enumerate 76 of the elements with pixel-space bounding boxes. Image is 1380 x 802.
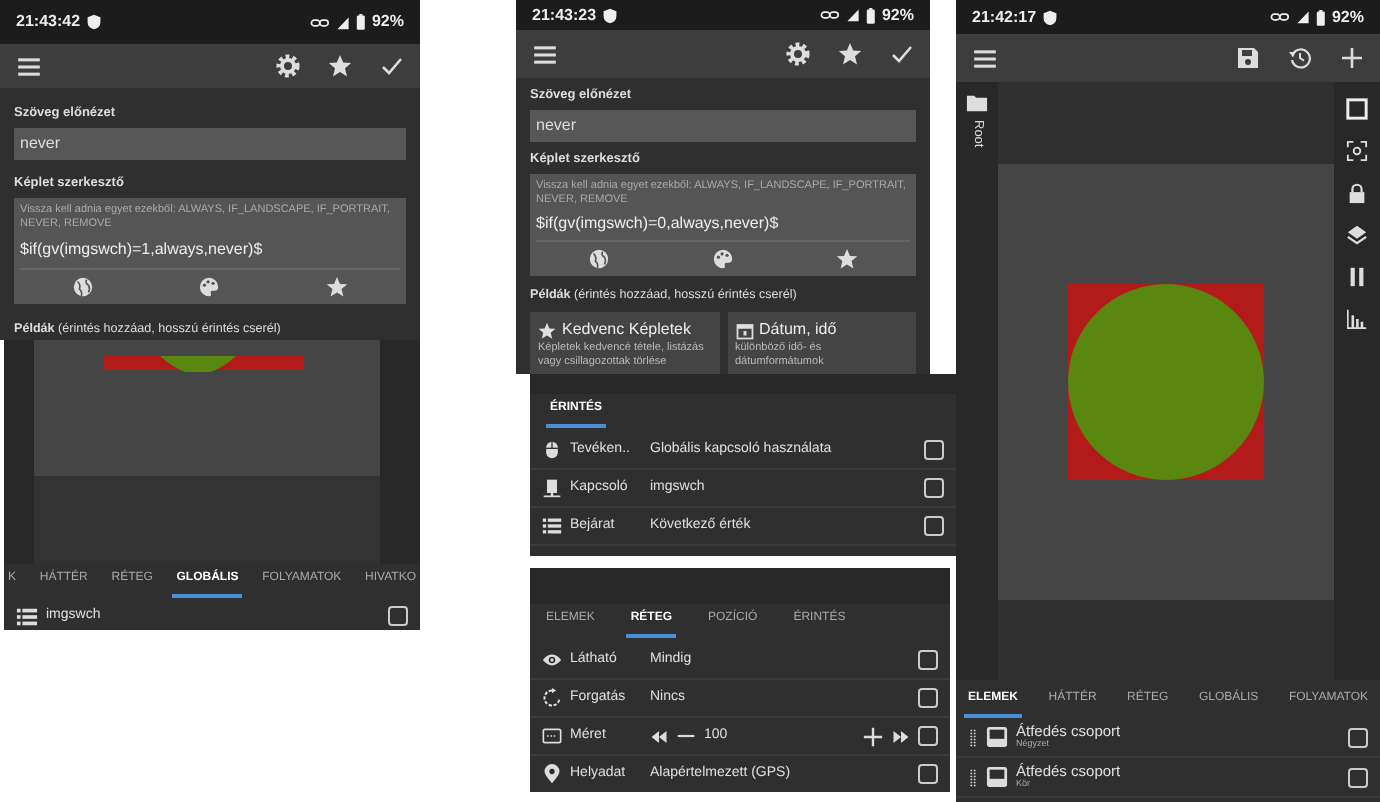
checkbox[interactable] — [924, 478, 944, 498]
shield-icon — [86, 14, 103, 30]
status-time: 21:42:17 — [972, 5, 1037, 29]
location-pin-icon — [542, 764, 562, 784]
layer-group-icon — [986, 726, 1008, 748]
menu-icon[interactable] — [16, 53, 42, 79]
status-time: 21:43:42 — [16, 10, 81, 34]
formula-text: $if(gv(imgswch)=0,always,never)$ — [536, 211, 781, 236]
settings-icon[interactable] — [276, 54, 300, 78]
check-icon[interactable] — [380, 54, 404, 78]
history-icon[interactable] — [1288, 46, 1312, 70]
list-icon — [16, 605, 38, 627]
signal-icon — [336, 15, 351, 29]
bar-chart-icon[interactable] — [1346, 308, 1368, 330]
add-icon[interactable] — [1340, 46, 1364, 70]
star-icon — [538, 321, 556, 340]
checkbox[interactable] — [924, 440, 944, 460]
plus-icon[interactable] — [862, 725, 884, 747]
mouse-icon — [542, 440, 562, 460]
folder-icon[interactable] — [966, 92, 988, 114]
menu-icon[interactable] — [972, 45, 998, 71]
checkbox[interactable] — [918, 688, 938, 708]
save-icon[interactable] — [1236, 46, 1260, 70]
pause-icon[interactable] — [1346, 266, 1368, 288]
menu-icon[interactable] — [532, 41, 558, 67]
layers-icon[interactable] — [1346, 224, 1368, 246]
preview-field[interactable]: never — [530, 109, 916, 142]
formula-text: $if(gv(imgswch)=1,always,never)$ — [20, 237, 265, 262]
link-icon — [1270, 10, 1291, 24]
star-icon[interactable] — [836, 247, 859, 270]
drag-handle-icon[interactable] — [968, 727, 978, 747]
layer-group-icon — [986, 766, 1008, 788]
focus-icon[interactable] — [1346, 140, 1368, 162]
checkbox[interactable] — [388, 606, 408, 626]
rewind-icon[interactable] — [650, 727, 668, 745]
globe-icon[interactable] — [587, 247, 610, 270]
resize-icon — [542, 726, 562, 746]
battery-icon — [356, 14, 366, 30]
calendar-icon — [735, 321, 753, 340]
checkbox[interactable] — [1348, 727, 1368, 747]
shield-icon — [602, 7, 619, 23]
drag-handle-icon[interactable] — [968, 767, 978, 787]
rotate-icon — [542, 688, 562, 708]
link-icon — [310, 15, 331, 29]
star-icon[interactable] — [838, 42, 862, 66]
checkbox[interactable] — [918, 650, 938, 670]
checkbox[interactable] — [918, 726, 938, 746]
checkbox[interactable] — [918, 764, 938, 784]
settings-icon[interactable] — [786, 42, 810, 66]
star-icon[interactable] — [325, 275, 348, 298]
signal-icon — [846, 8, 861, 22]
palette-icon[interactable] — [198, 275, 221, 298]
list-icon — [542, 516, 562, 536]
battery-percentage: 92% — [371, 10, 404, 34]
card-title: Dátum, idő — [759, 318, 837, 342]
switch-icon — [542, 478, 562, 498]
card-title: Kedvenc Képletek — [562, 318, 691, 342]
battery-percentage: 92% — [1331, 5, 1364, 29]
checkbox[interactable] — [924, 516, 944, 536]
battery-icon — [1316, 9, 1326, 25]
globe-icon[interactable] — [72, 275, 95, 298]
square-icon[interactable] — [1346, 98, 1368, 120]
shield-icon — [1042, 9, 1059, 25]
lock-icon[interactable] — [1346, 182, 1368, 204]
preview-field[interactable]: never — [14, 127, 406, 160]
checkbox[interactable] — [1348, 767, 1368, 787]
check-icon[interactable] — [890, 42, 914, 66]
battery-percentage: 92% — [881, 3, 914, 27]
palette-icon[interactable] — [711, 247, 734, 270]
link-icon — [820, 8, 841, 22]
battery-icon — [866, 7, 876, 23]
status-time: 21:43:23 — [532, 3, 597, 27]
eye-icon — [542, 650, 562, 670]
star-icon[interactable] — [328, 54, 352, 78]
fast-forward-icon[interactable] — [892, 727, 910, 745]
signal-icon — [1296, 10, 1311, 24]
